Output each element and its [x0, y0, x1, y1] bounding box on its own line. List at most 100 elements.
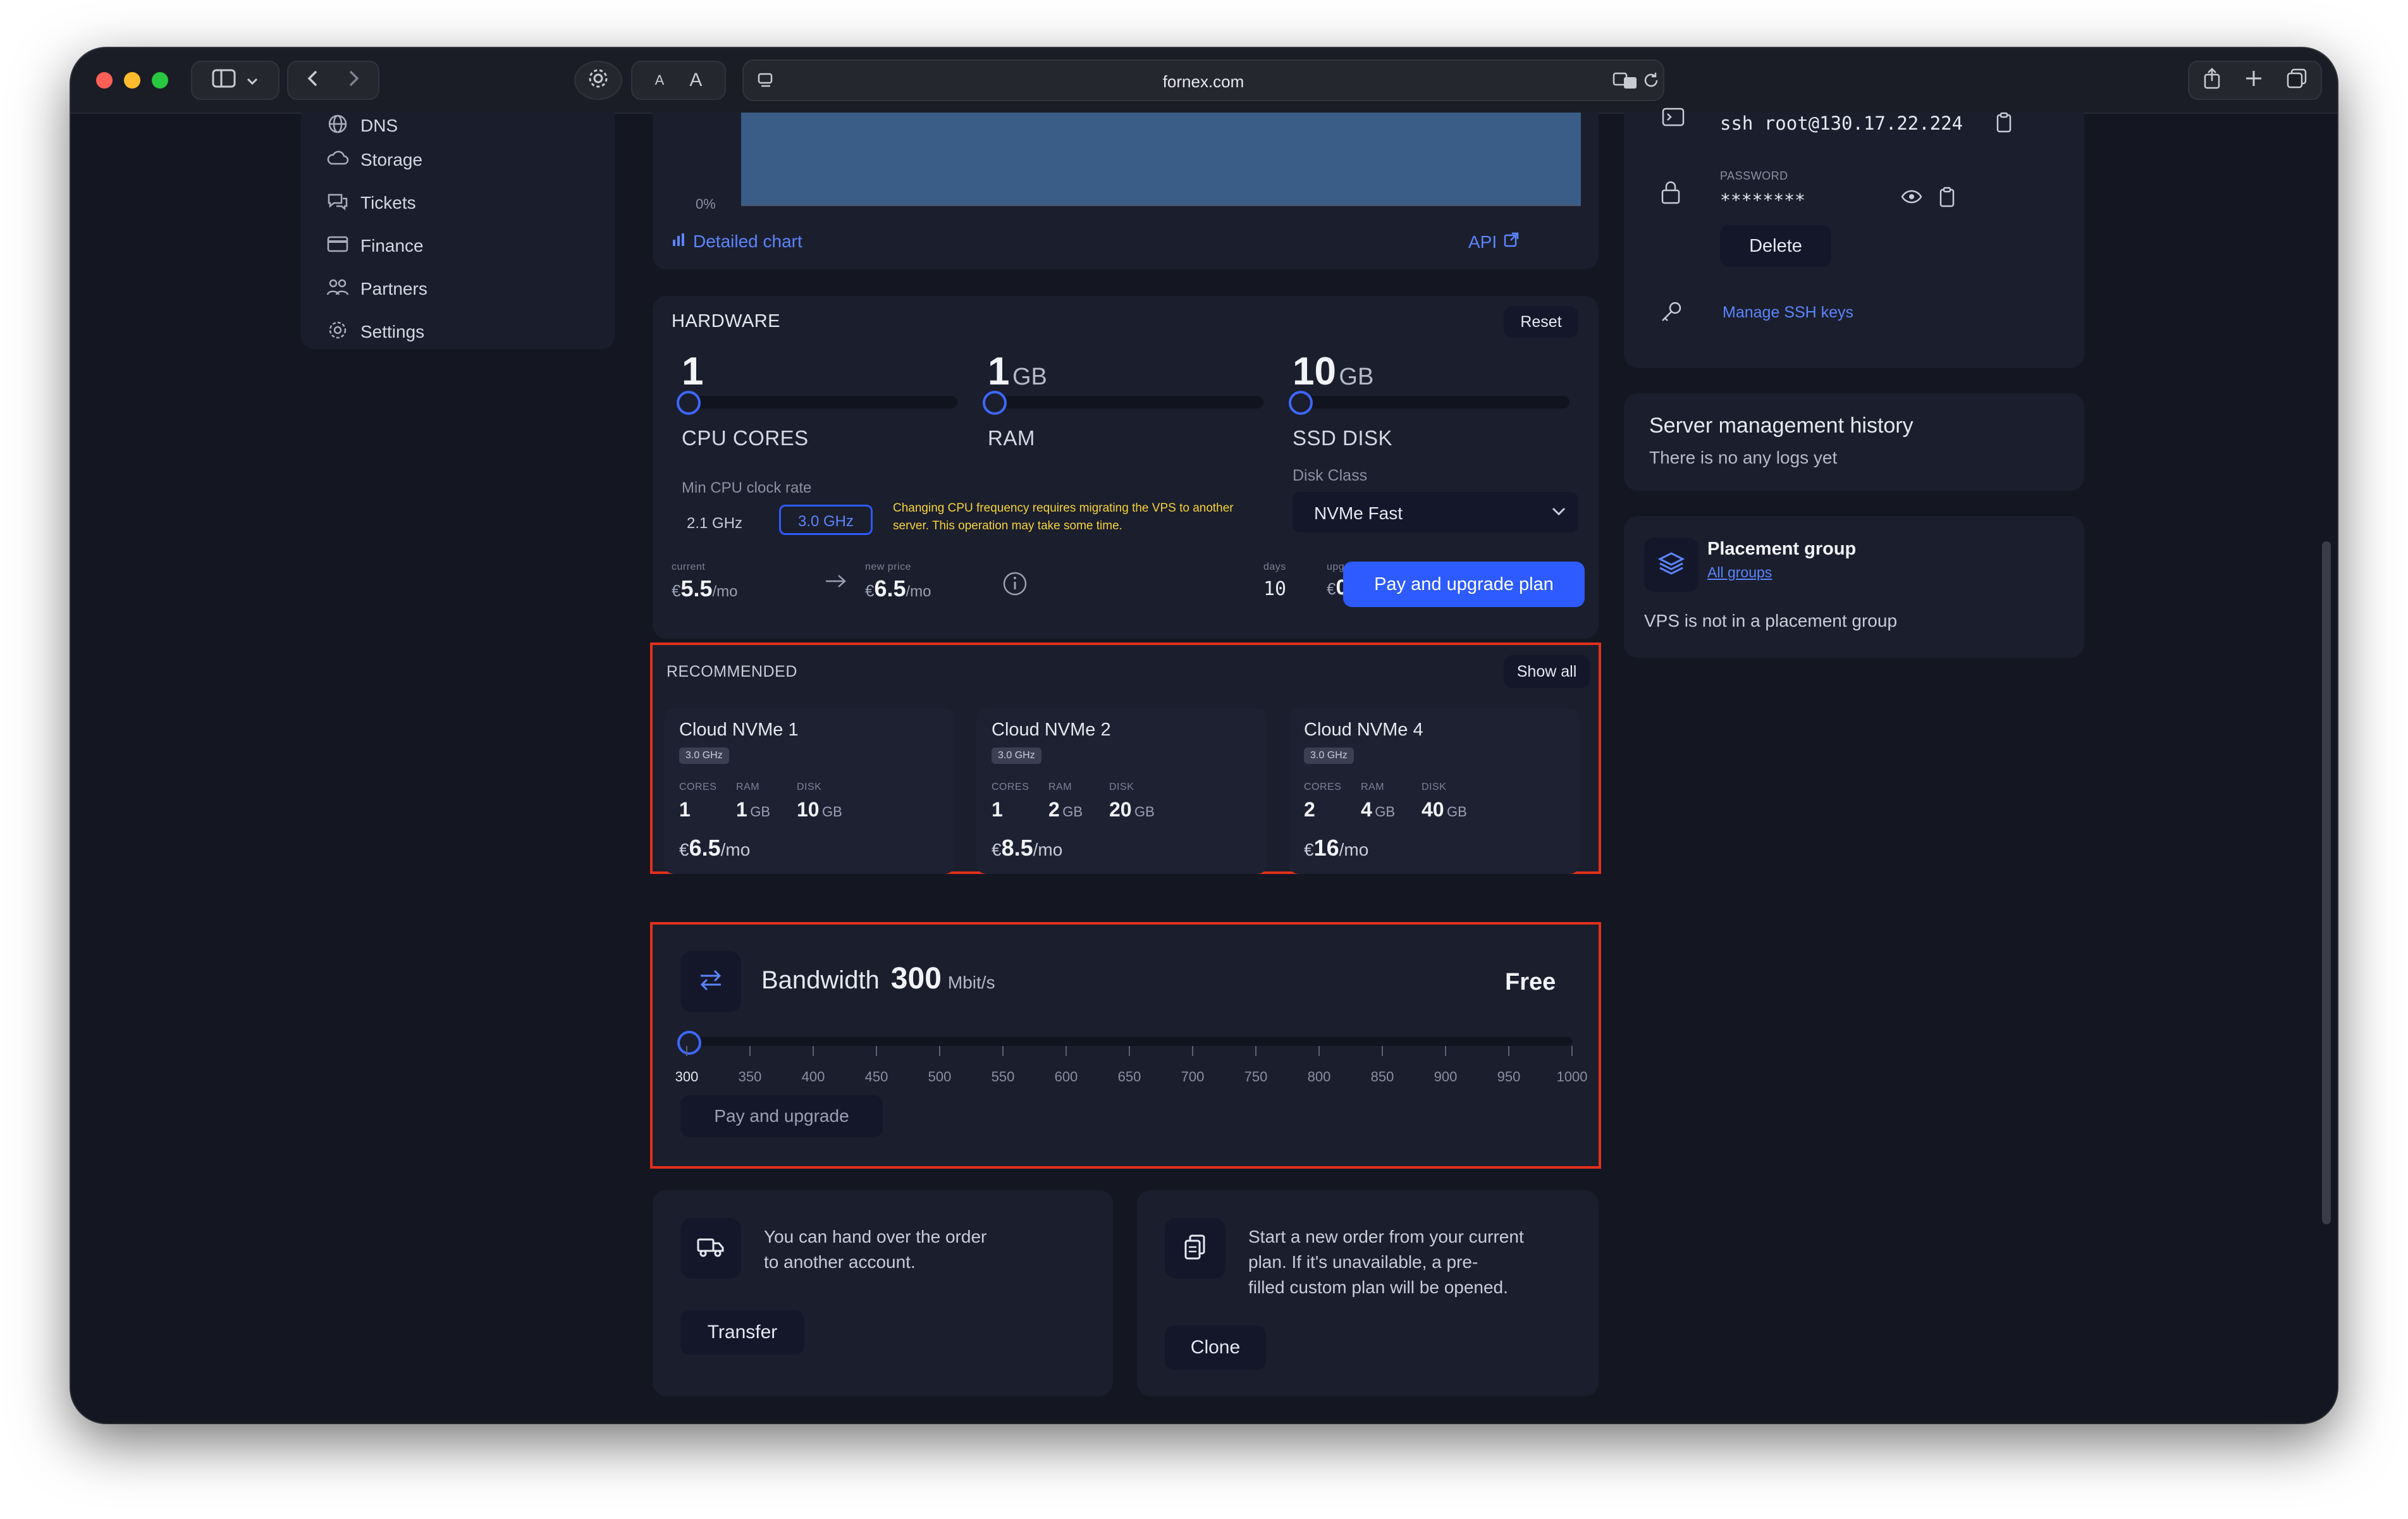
copy-icon[interactable] [1994, 111, 2013, 137]
transfer-button[interactable]: Transfer [680, 1310, 804, 1355]
bandwidth-tick-label[interactable]: 750 [1244, 1069, 1268, 1085]
show-all-button[interactable]: Show all [1504, 655, 1590, 688]
api-link[interactable]: API [1468, 231, 1520, 252]
cpu-warning: Changing CPU frequency requires migratin… [893, 501, 1234, 532]
lock-icon [1659, 180, 1682, 208]
site-settings-button[interactable] [574, 61, 622, 100]
sidebar-toggle-button[interactable] [191, 61, 280, 100]
bandwidth-slider-track[interactable] [687, 1037, 1572, 1046]
bandwidth-tick [1508, 1046, 1509, 1056]
reload-icon[interactable] [1642, 71, 1661, 93]
bandwidth-tick-label[interactable]: 500 [928, 1069, 952, 1085]
bandwidth-tick-label[interactable]: 700 [1181, 1069, 1205, 1085]
disk-slider-knob[interactable] [1289, 391, 1313, 415]
eye-icon[interactable] [1901, 188, 1922, 208]
cores-label: CORES [1304, 782, 1342, 792]
cpu-slider-track[interactable] [684, 396, 957, 409]
sidebar-item-partners[interactable]: Partners [326, 273, 427, 305]
sidebar-item-finance[interactable]: Finance [326, 230, 424, 262]
clone-text-line: Start a new order from your current [1248, 1227, 1524, 1246]
ram-label: RAM [736, 782, 760, 792]
manage-ssh-keys-link[interactable]: Manage SSH keys [1723, 304, 1853, 322]
text-larger-button[interactable]: A [689, 70, 702, 91]
plan-card[interactable]: Cloud NVMe 4 3.0 GHz CORES RAM DISK 2 4 … [1289, 708, 1580, 874]
clone-text-line: plan. If it's unavailable, a pre- [1248, 1252, 1478, 1272]
current-label: current [672, 562, 706, 572]
ram-unit: GB [1012, 364, 1047, 390]
delete-button[interactable]: Delete [1720, 225, 1831, 267]
cores-label: CORES [679, 782, 717, 792]
placement-icon-box [1644, 538, 1698, 592]
cpu-slider-knob[interactable] [677, 391, 701, 415]
bandwidth-tick-label[interactable]: 1000 [1557, 1069, 1588, 1085]
gear-icon [326, 319, 360, 346]
placement-group-card: Placement group All groups VPS is not in… [1624, 516, 2084, 658]
price-value: 16 [1313, 835, 1339, 861]
tab-overview-icon[interactable] [2286, 68, 2307, 94]
sidebar-item-tickets[interactable]: Tickets [326, 187, 416, 219]
bandwidth-tick-label[interactable]: 650 [1118, 1069, 1141, 1085]
bandwidth-tick-label[interactable]: 850 [1371, 1069, 1394, 1085]
sidebar-item-settings[interactable]: Settings [326, 316, 424, 348]
bandwidth-tick-label[interactable]: 350 [739, 1069, 762, 1085]
reset-button[interactable]: Reset [1504, 306, 1578, 338]
bandwidth-tick-label[interactable]: 600 [1055, 1069, 1078, 1085]
translate-icon[interactable] [1612, 71, 1638, 94]
disk-slider-track[interactable] [1296, 396, 1570, 409]
bandwidth-tick-label[interactable]: 400 [802, 1069, 825, 1085]
arrow-right-icon [823, 572, 849, 594]
text-smaller-button[interactable]: A [655, 72, 665, 89]
new-tab-icon[interactable] [2244, 69, 2263, 92]
all-groups-link[interactable]: All groups [1707, 564, 1772, 581]
bandwidth-value: 300 [890, 962, 942, 995]
plan-ghz-badge: 3.0 GHz [679, 747, 729, 764]
disk-value: 40 [1422, 798, 1444, 821]
plan-price: €8.5/mo [992, 835, 1062, 861]
clone-button[interactable]: Clone [1165, 1325, 1266, 1370]
transfer-icon-box [680, 1218, 741, 1279]
bandwidth-tick-label[interactable]: 550 [992, 1069, 1015, 1085]
page-scrollbar[interactable] [2322, 541, 2331, 1224]
info-icon[interactable] [1002, 570, 1028, 600]
key-icon [1659, 300, 1683, 327]
clock-option-3-0[interactable]: 3.0 GHz [779, 505, 873, 535]
bandwidth-tick-label[interactable]: 950 [1497, 1069, 1521, 1085]
disk-label: DISK [1109, 782, 1134, 792]
share-icon[interactable] [2202, 67, 2221, 94]
clock-option-2-1[interactable]: 2.1 GHz [687, 508, 742, 539]
bandwidth-tick-label[interactable]: 800 [1308, 1069, 1331, 1085]
detailed-chart-link[interactable]: Detailed chart [672, 231, 802, 252]
sidebar-item-label: DNS [360, 116, 398, 135]
plan-ghz-badge: 3.0 GHz [992, 747, 1041, 764]
plan-card[interactable]: Cloud NVMe 1 3.0 GHz CORES RAM DISK 1 1 … [664, 708, 955, 874]
pay-upgrade-plan-button[interactable]: Pay and upgrade plan [1343, 562, 1585, 607]
sidebar-item-dns[interactable]: DNS [326, 110, 398, 142]
pay-and-upgrade-button[interactable]: Pay and upgrade [680, 1095, 883, 1137]
maximize-window-button[interactable] [152, 72, 168, 89]
period: /mo [1033, 840, 1063, 859]
bandwidth-tick-label[interactable]: 300 [675, 1069, 699, 1085]
sidebar-item-storage[interactable]: Storage [326, 144, 422, 176]
clone-icon-box [1165, 1218, 1226, 1279]
back-icon[interactable] [305, 69, 321, 92]
sidebar-item-label: Storage [360, 150, 423, 169]
ram-value-group: 4 GB [1361, 798, 1395, 821]
ram-value: 4 [1361, 798, 1372, 821]
address-bar[interactable]: fornex.com [742, 59, 1664, 101]
plan-card[interactable]: Cloud NVMe 2 3.0 GHz CORES RAM DISK 1 2 … [976, 708, 1267, 874]
ram-slider-track[interactable] [990, 396, 1263, 409]
transfer-text: You can hand over the order to another a… [764, 1224, 986, 1275]
copy-icon[interactable] [1938, 186, 1956, 212]
close-window-button[interactable] [96, 72, 113, 89]
cloud-icon [326, 147, 360, 174]
cores-value: 1 [992, 798, 1003, 821]
ram-slider-knob[interactable] [983, 391, 1007, 415]
forward-icon[interactable] [346, 69, 361, 92]
ram-label: RAM [988, 426, 1035, 450]
bandwidth-tick-label[interactable]: 900 [1434, 1069, 1458, 1085]
disk-class-select[interactable]: NVMe Fast [1293, 492, 1578, 532]
bandwidth-tick-label[interactable]: 450 [865, 1069, 888, 1085]
transfer-text-line: You can hand over the order [764, 1227, 987, 1246]
minimize-window-button[interactable] [124, 72, 140, 89]
ram-label: RAM [1048, 782, 1072, 792]
